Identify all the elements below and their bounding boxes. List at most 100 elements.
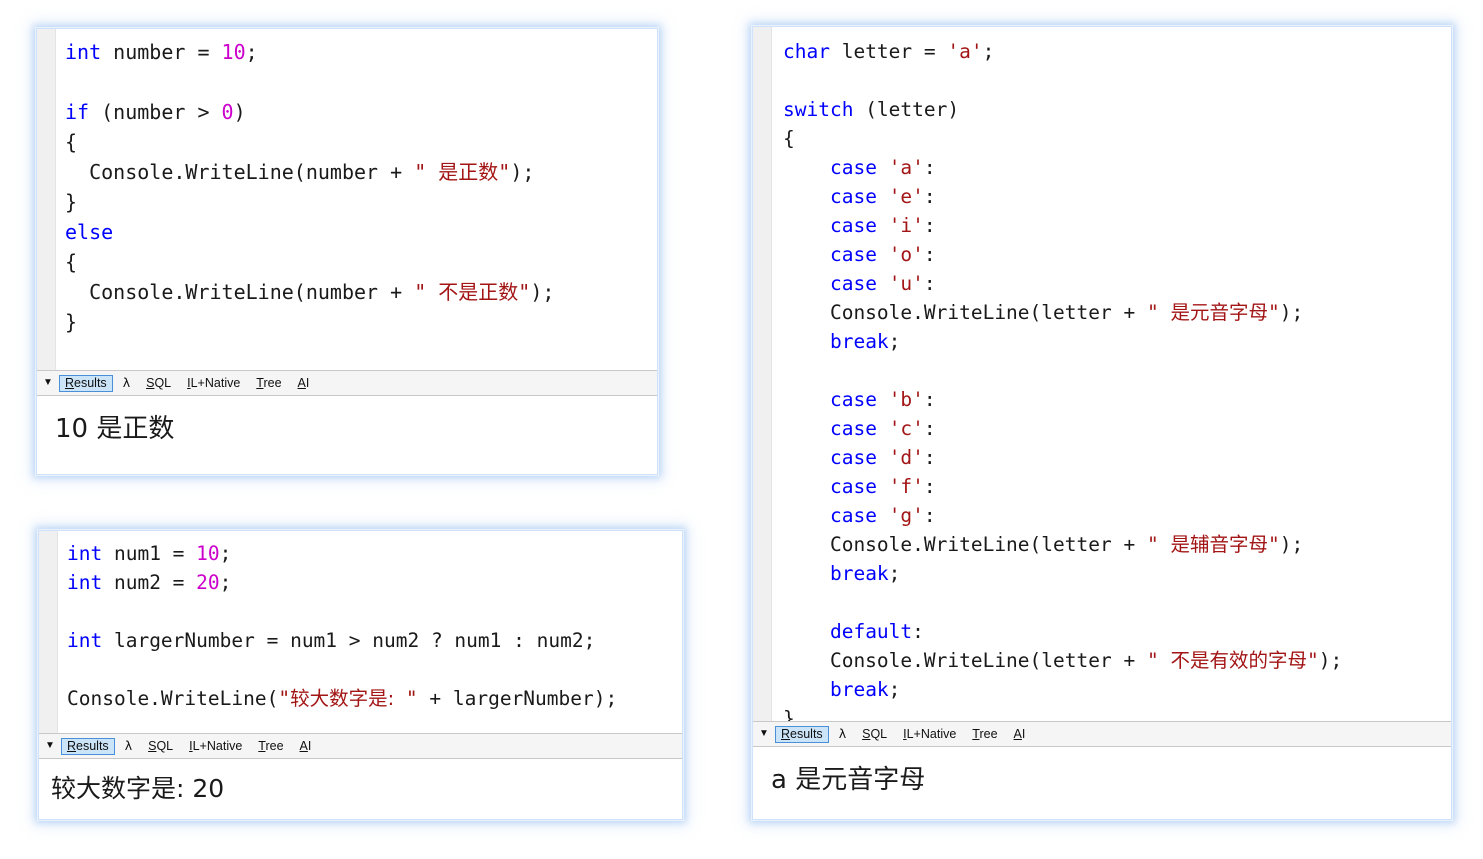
code-token: : <box>923 214 936 237</box>
code-token: " <box>1146 649 1171 672</box>
tab-ai[interactable]: AI <box>294 738 318 755</box>
code-token: 是正数 <box>438 160 499 184</box>
code-token: : <box>923 504 936 527</box>
code-token: : <box>923 185 936 208</box>
code-token: case <box>829 272 877 295</box>
code-token: ; <box>888 562 901 585</box>
code-token: 'a' <box>888 156 924 179</box>
code-token: case <box>829 185 877 208</box>
code-token: + largerNumber); <box>417 687 618 710</box>
collapse-caret-icon[interactable]: ▼ <box>41 741 59 751</box>
tab--[interactable]: λ <box>833 725 852 743</box>
code-token: : <box>923 243 936 266</box>
code-token: 不是正数 <box>438 280 519 304</box>
results-tabstrip-if[interactable]: ▼ Results λ SQL IL+Native Tree AI <box>37 370 657 396</box>
code-token: " <box>518 280 531 304</box>
code-token: 较大数字是: <box>290 687 395 710</box>
code-token: largerNumber = num1 > num2 ? num1 : num2… <box>102 629 596 652</box>
code-token: " <box>1306 649 1319 672</box>
tab--[interactable]: λ <box>117 374 136 392</box>
tab-il-native[interactable]: IL+Native <box>181 375 246 392</box>
code-token: Console.WriteLine(number + <box>65 280 415 304</box>
code-token: Console.WriteLine( <box>67 687 279 710</box>
switch-statement-panel: char letter = 'a'; switch (letter) { cas… <box>752 26 1452 820</box>
code-token: num2 = <box>102 571 197 594</box>
code-token: Console.WriteLine(number + <box>65 160 415 184</box>
code-token: ); <box>1279 533 1304 556</box>
code-text-ternary[interactable]: int num1 = 10; int num2 = 20; int larger… <box>39 531 682 719</box>
code-token: : <box>923 272 936 295</box>
tab-results[interactable]: Results <box>775 725 829 743</box>
code-token: case <box>829 475 877 498</box>
tab-tree[interactable]: Tree <box>966 726 1003 743</box>
code-token: case <box>829 388 877 411</box>
code-token: : <box>923 388 936 411</box>
tab-il-native[interactable]: IL+Native <box>183 738 248 755</box>
collapse-caret-icon[interactable]: ▼ <box>39 378 57 388</box>
tab-tree[interactable]: Tree <box>252 738 289 755</box>
tab-results[interactable]: Results <box>59 374 113 392</box>
code-token: " <box>1146 533 1171 556</box>
code-token: : <box>912 620 924 643</box>
code-token: ); <box>530 280 555 304</box>
code-token: ) <box>233 100 246 124</box>
tab-sql[interactable]: SQL <box>142 738 179 755</box>
results-tabstrip-ternary[interactable]: ▼ Results λ SQL IL+Native Tree AI <box>39 733 682 759</box>
code-editor-ternary[interactable]: int num1 = 10; int num2 = 20; int larger… <box>39 531 682 733</box>
code-token: 是辅音字母 <box>1170 533 1268 556</box>
code-token: 20 <box>196 571 220 594</box>
code-token: break <box>829 562 889 585</box>
collapse-caret-icon[interactable]: ▼ <box>755 729 773 739</box>
code-token: num1 = <box>102 542 197 565</box>
code-token: { <box>65 130 78 154</box>
code-token: 0 <box>221 100 234 124</box>
code-token: int <box>65 40 102 64</box>
tab-sql[interactable]: SQL <box>140 375 177 392</box>
code-token: : <box>923 475 936 498</box>
code-token: else <box>65 220 114 244</box>
code-editor-if[interactable]: int number = 10; if (number > 0) { Conso… <box>37 29 657 370</box>
tab-il-native[interactable]: IL+Native <box>897 726 962 743</box>
code-token: 'u' <box>888 272 924 295</box>
tab-ai[interactable]: AI <box>1008 726 1032 743</box>
code-text-if[interactable]: int number = 10; if (number > 0) { Conso… <box>37 29 657 343</box>
code-token: " <box>278 687 291 710</box>
results-tabstrip-switch[interactable]: ▼ Results λ SQL IL+Native Tree AI <box>753 721 1451 747</box>
tab-list-switch: Results λ SQL IL+Native Tree AI <box>773 725 1033 743</box>
code-token: " <box>498 160 511 184</box>
code-token: ; <box>219 571 232 594</box>
code-text-switch[interactable]: char letter = 'a'; switch (letter) { cas… <box>753 27 1451 721</box>
code-token: : <box>923 156 936 179</box>
code-token: case <box>829 156 877 179</box>
code-token: case <box>829 243 877 266</box>
tab-results[interactable]: Results <box>61 737 115 755</box>
code-token: default <box>829 620 913 643</box>
tab-ai[interactable]: AI <box>292 375 316 392</box>
tab--[interactable]: λ <box>119 737 138 755</box>
code-token: 'c' <box>888 417 924 440</box>
tab-tree[interactable]: Tree <box>250 375 287 392</box>
code-token: 'f' <box>888 475 924 498</box>
tab-sql[interactable]: SQL <box>856 726 893 743</box>
code-token: : <box>923 417 936 440</box>
code-editor-switch[interactable]: char letter = 'a'; switch (letter) { cas… <box>753 27 1451 721</box>
code-token: Console.WriteLine(letter + <box>783 649 1147 672</box>
code-token: " <box>1267 301 1280 324</box>
code-token: { <box>65 250 78 274</box>
code-token: 是元音字母 <box>1170 301 1268 324</box>
code-token: 'e' <box>888 185 924 208</box>
